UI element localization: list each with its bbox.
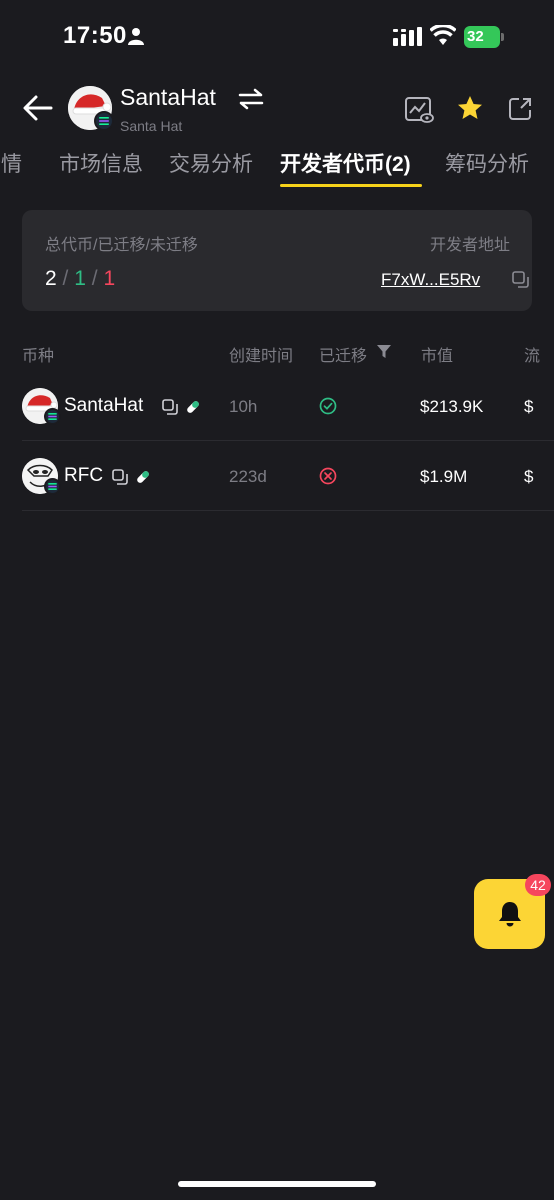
tab-market-info[interactable]: 市场信息 [59,148,143,178]
summary-label: 总代币/已迁移/未迁移 [45,237,198,254]
token-name: SantaHat [64,395,144,416]
col-header-token[interactable]: 币种 [22,342,54,366]
migrated-count: 1 [74,267,86,290]
pill-icon [187,401,199,413]
liquidity-value: $ [524,467,534,486]
total-count: 2 [45,267,57,290]
copy-icon[interactable] [162,399,178,415]
tab-quotes[interactable]: 行情 [0,148,22,178]
copy-icon[interactable] [512,271,530,289]
signal-icon [393,27,422,46]
market-cap: $213.9K [420,397,484,416]
battery-level: 32 [467,28,484,45]
tab-bar: 行情 市场信息 交易分析 开发者代币(2) 筹码分析 [0,140,554,190]
x-circle-icon [319,467,337,485]
wifi-icon [430,25,456,45]
tab-trade-analysis[interactable]: 交易分析 [169,148,253,178]
unmigrated-count: 1 [103,267,116,290]
table-row[interactable]: RFC 223d $1.9M $ [22,441,554,511]
check-circle-icon [319,397,337,415]
solana-chain-icon [94,111,114,131]
token-counts: 2 / 1 / 1 [45,267,116,290]
dev-address-label: 开发者地址 [429,237,510,254]
bell-icon [499,902,521,927]
table-row[interactable]: SantaHat 10h $213.9K $ [22,371,554,441]
created-time: 223d [229,467,267,486]
solana-chain-icon [44,408,61,425]
status-bar: 17:50 32 [0,0,554,76]
copy-icon[interactable] [112,469,128,485]
token-header: SantaHat Santa Hat [0,76,554,140]
solana-chain-icon [44,478,61,495]
col-header-migrated[interactable]: 已迁移 [319,342,367,366]
col-header-liquidity[interactable]: 流 [524,342,540,366]
tab-dev-tokens[interactable]: 开发者代币(2) [280,148,411,178]
token-name: SantaHat [120,84,216,110]
swap-icon[interactable] [237,88,265,110]
col-header-market-cap[interactable]: 市值 [421,342,453,366]
tab-holder-analysis[interactable]: 筹码分析 [445,148,529,178]
notification-count-badge: 42 [525,874,551,896]
chart-watch-icon[interactable] [404,96,434,124]
share-icon[interactable] [507,96,533,122]
status-time: 17:50 [63,22,127,49]
pill-icon [137,471,149,483]
created-time: 10h [229,397,258,416]
home-indicator[interactable] [178,1181,376,1187]
battery-indicator: 32 [464,26,504,48]
market-cap: $1.9M [420,467,468,486]
col-header-created[interactable]: 创建时间 [229,342,293,366]
active-tab-indicator [280,184,422,187]
person-icon [128,28,144,45]
favorite-star-icon[interactable] [456,94,484,122]
dev-address-link[interactable]: F7xW...E5Rv [381,270,480,290]
liquidity-value: $ [524,397,534,416]
filter-icon[interactable] [377,345,391,358]
dev-summary-card: 总代币/已迁移/未迁移 开发者地址 2 / 1 / 1 F7xW...E5Rv [22,210,532,311]
token-full-name: Santa Hat [120,118,183,134]
token-name: RFC [64,465,104,486]
back-arrow-icon[interactable] [22,94,54,122]
